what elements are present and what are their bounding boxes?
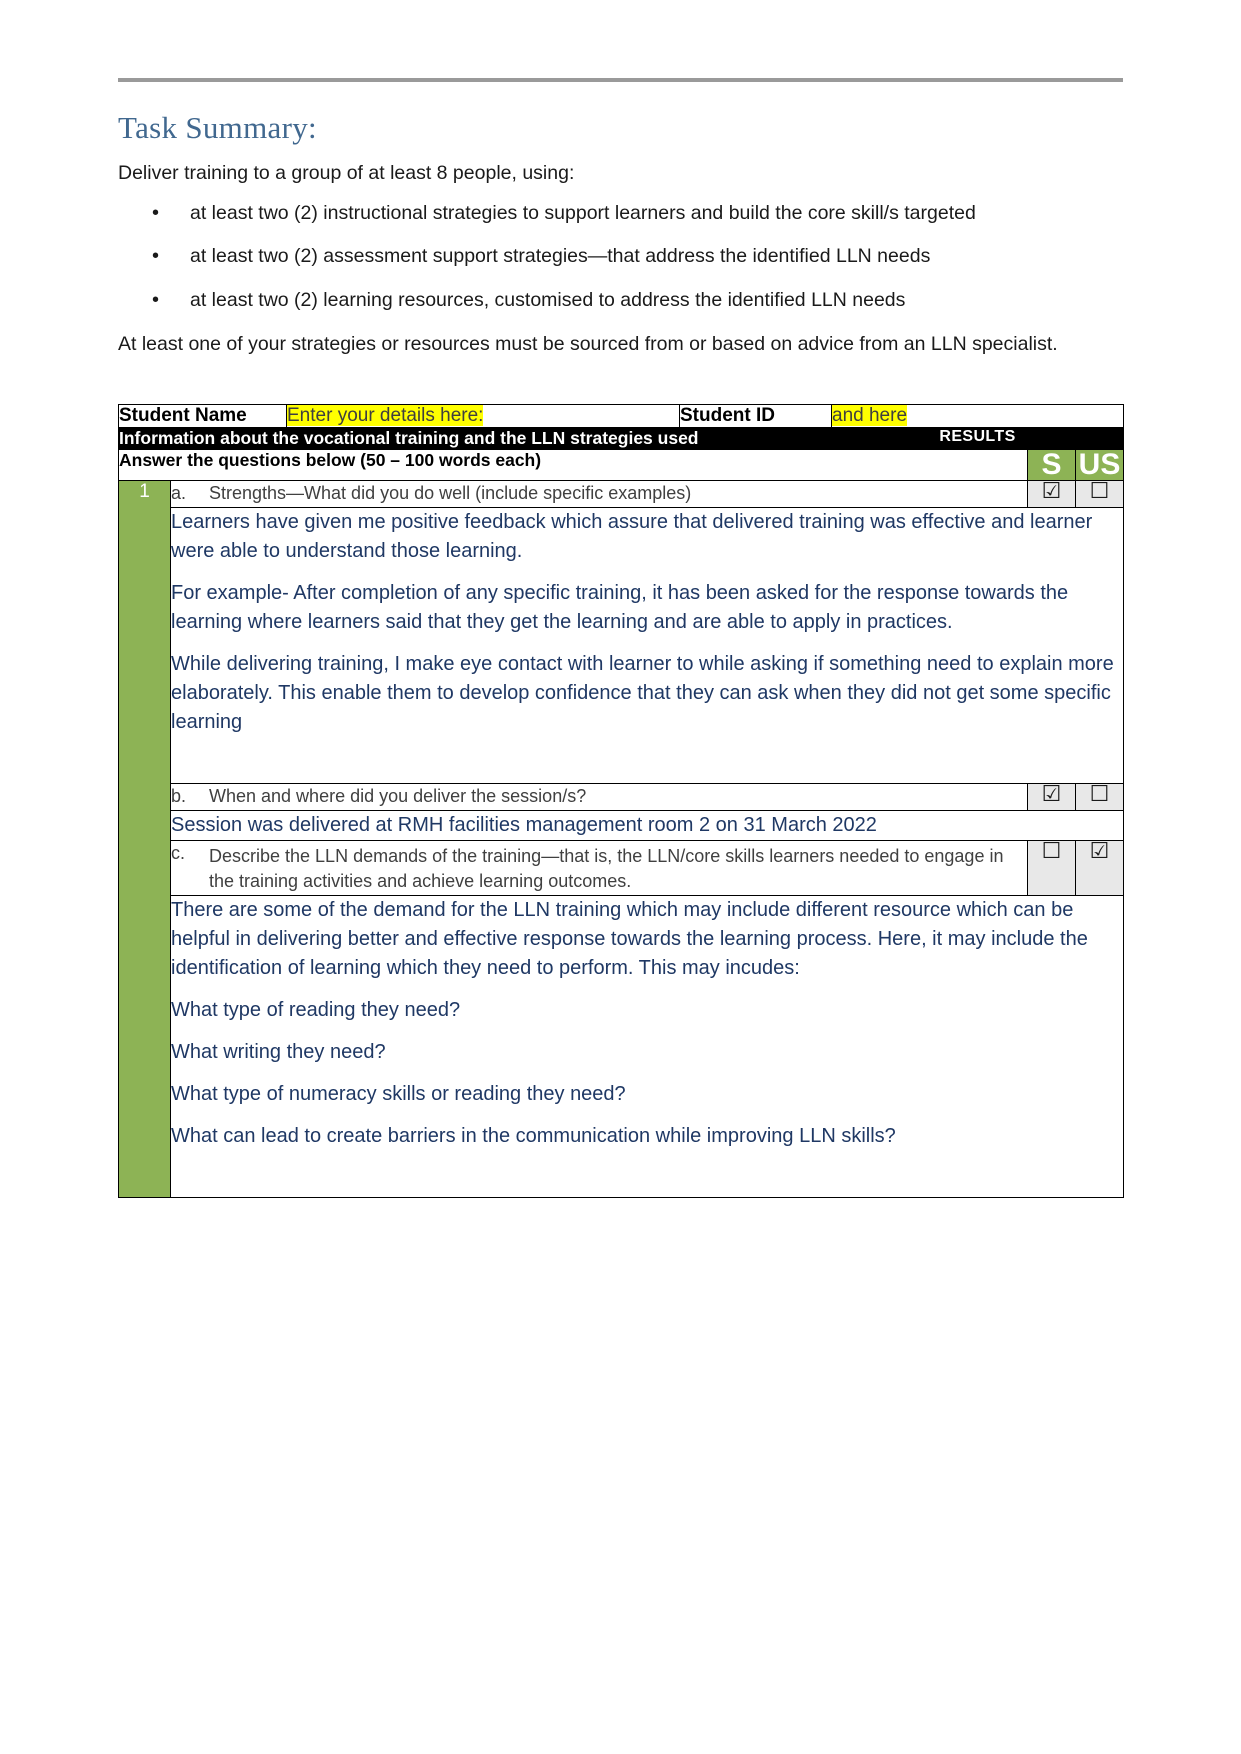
question-number-strip: [118, 507, 171, 784]
question-b-checkbox-s[interactable]: ☑: [1027, 782, 1076, 811]
question-row-c: c. Describe the LLN demands of the traini…: [118, 839, 1125, 896]
student-id-value: and here: [832, 405, 908, 427]
assessment-table: Student Name Enter your details here: St…: [118, 404, 1125, 1198]
section-header-row: Information about the vocational trainin…: [118, 427, 1125, 451]
answer-a-paragraph: For example- After completion of any spe…: [171, 581, 1069, 633]
list-item: at least two (2) instructional strategie…: [152, 199, 1123, 228]
instructions-row: Answer the questions below (50 – 100 wor…: [118, 449, 1125, 482]
answer-c-paragraph: What type of numeracy skills or reading …: [171, 1082, 626, 1105]
intro-paragraph: Deliver training to a group of at least …: [118, 162, 575, 184]
question-b-text: b. When and where did you deliver the ses…: [170, 782, 1028, 811]
page-title: Task Summary:: [118, 110, 317, 145]
answer-c-paragraph: There are some of the demand for the LLN…: [171, 898, 1088, 979]
question-c-checkbox-s[interactable]: ☐: [1027, 839, 1076, 896]
question-b-checkbox-us[interactable]: ☐: [1074, 782, 1125, 811]
answer-row-a: Learners have given me positive feedback…: [118, 506, 1125, 784]
column-header-s: S: [1027, 449, 1076, 482]
student-name-value: Enter your details here:: [287, 405, 484, 427]
question-number-strip: [118, 840, 171, 896]
student-id-field[interactable]: and here: [830, 404, 1125, 429]
question-number-strip: [118, 810, 171, 841]
answer-b-paragraph: Session was delivered at RMH facilities …: [171, 813, 877, 836]
answer-a[interactable]: Learners have given me positive feedback…: [169, 506, 1125, 784]
question-number: 1: [118, 480, 171, 508]
answer-row-b: Session was delivered at RMH facilities …: [118, 809, 1125, 841]
column-header-us: US: [1074, 449, 1125, 482]
question-c-checkbox-us[interactable]: ☑: [1074, 839, 1125, 896]
answer-a-paragraph: Learners have given me positive feedback…: [171, 510, 1093, 562]
question-number-strip: [118, 783, 171, 811]
student-details-row: Student Name Enter your details here: St…: [118, 404, 1125, 429]
answer-a-paragraph: While delivering training, I make eye co…: [171, 652, 1114, 733]
answer-c-paragraph: What type of reading they need?: [171, 998, 461, 1021]
answer-c[interactable]: There are some of the demand for the LLN…: [169, 894, 1125, 1198]
student-name-label: Student Name: [118, 404, 287, 429]
question-c-text: c. Describe the LLN demands of the traini…: [170, 839, 1028, 896]
question-b-letter: b.: [171, 785, 187, 806]
list-item: at least two (2) learning resources, cus…: [152, 286, 1123, 315]
page-content: Task Summary: Deliver training to a grou…: [118, 78, 1125, 1198]
student-name-field[interactable]: Enter your details here:: [286, 404, 680, 429]
question-a-body: Strengths—What did you do well (include …: [209, 483, 692, 504]
question-number-strip: [118, 895, 171, 1198]
question-row-b: b. When and where did you deliver the ses…: [118, 782, 1125, 811]
question-c-body: Describe the LLN demands of the training…: [209, 845, 1004, 892]
results-header-label: RESULTS: [830, 427, 1125, 451]
question-a-text: a. Strengths—What did you do well (includ…: [170, 480, 1028, 508]
answer-c-paragraph: What writing they need?: [171, 1040, 386, 1063]
document-page: Task Summary: Deliver training to a grou…: [0, 0, 1241, 1754]
answer-row-c: There are some of the demand for the LLN…: [118, 894, 1125, 1198]
question-row-a: 1 a. Strengths—What did you do well (incl…: [118, 480, 1125, 508]
list-item: at least two (2) assessment support stra…: [152, 242, 1123, 271]
section-header-title: Information about the vocational trainin…: [118, 427, 832, 451]
student-id-label: Student ID: [679, 404, 832, 429]
assessment-table-wrapper: Student Name Enter your details here: St…: [118, 404, 1125, 1198]
closing-paragraph: At least one of your strategies or resou…: [118, 332, 1058, 355]
answer-b[interactable]: Session was delivered at RMH facilities …: [169, 809, 1125, 841]
question-c-letter: c.: [171, 842, 186, 863]
question-a-letter: a.: [171, 483, 187, 504]
answer-c-paragraph: What can lead to create barriers in the …: [171, 1124, 896, 1147]
requirements-list: at least two (2) instructional strategie…: [118, 199, 1123, 315]
question-b-body: When and where did you deliver the sessi…: [209, 785, 587, 806]
question-a-checkbox-s[interactable]: ☑: [1027, 480, 1076, 508]
instructions-label: Answer the questions below (50 – 100 wor…: [118, 449, 1028, 482]
question-a-checkbox-us[interactable]: ☐: [1074, 480, 1125, 508]
header-rule: [118, 78, 1123, 82]
